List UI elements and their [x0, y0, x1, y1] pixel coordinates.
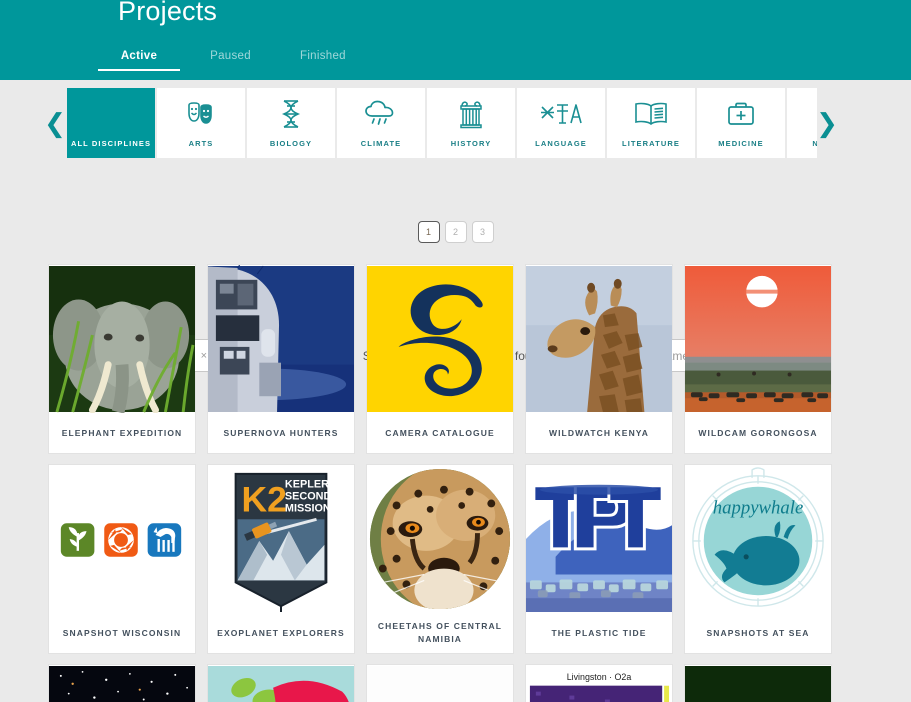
- project-title: SUPERNOVA HUNTERS: [223, 427, 339, 438]
- discipline-label: BIOLOGY: [269, 139, 313, 148]
- discipline-label: MEDICINE: [718, 139, 764, 148]
- tab-paused[interactable]: Paused: [209, 50, 252, 71]
- chevron-right-icon[interactable]: ❯: [816, 111, 838, 137]
- k2-kepler-second-mission-logo: K2 KEPLER'S SECOND MISSION: [208, 465, 354, 613]
- page-header: Projects Active Paused Finished: [0, 0, 911, 80]
- page-button-2[interactable]: 2: [444, 221, 467, 243]
- tpt-wave-logo: [526, 465, 672, 613]
- project-title: ELEPHANT EXPEDITION: [61, 427, 183, 438]
- first-aid-kit-icon: [697, 88, 785, 139]
- leaf-icon: [787, 88, 817, 139]
- project-card[interactable]: WILDWATCH KENYA: [525, 264, 673, 454]
- project-grid: ELEPHANT EXPEDITION SUPERNOVA HUNTERS CA…: [0, 264, 911, 702]
- project-title: WILDWATCH KENYA: [548, 427, 650, 438]
- yellow-leopard-logo: [367, 265, 513, 413]
- discipline-tile-biology[interactable]: BIOLOGY: [247, 88, 335, 158]
- discipline-tile-history[interactable]: HISTORY: [427, 88, 515, 158]
- tab-finished[interactable]: Finished: [300, 50, 346, 71]
- pagination: 1 2 3: [0, 221, 911, 243]
- discipline-strip: ALL DISCIPLINES ARTS BIOLOGY CLIMATE HIS…: [67, 88, 817, 158]
- svg-text:MISSION: MISSION: [285, 502, 331, 514]
- happywhale-logo: happywhale: [685, 465, 831, 613]
- rain-cloud-icon: [337, 88, 425, 139]
- discipline-tile-all[interactable]: ALL DISCIPLINES: [67, 88, 155, 158]
- livingston-o2a-spectrogram: Livingston · O2a: [526, 665, 672, 702]
- discipline-label: HISTORY: [450, 139, 492, 148]
- discipline-label: CLIMATE: [360, 139, 402, 148]
- spectrogram-caption: Livingston · O2a: [567, 672, 632, 682]
- filter-row: Most Active × Showing 1-20 of 60 project…: [0, 165, 911, 372]
- discipline-label: LITERATURE: [622, 139, 680, 148]
- alphabet-glyphs-icon: [517, 88, 605, 139]
- project-card[interactable]: CAMERA CATALOGUE: [366, 264, 514, 454]
- project-title: SNAPSHOT WISCONSIN: [62, 627, 182, 638]
- status-tabs: Active Paused Finished: [98, 50, 394, 71]
- project-card[interactable]: [48, 664, 196, 702]
- svg-text:K2: K2: [242, 479, 287, 519]
- giraffe-photo: [526, 265, 672, 413]
- green-microscopy-photo: [685, 665, 831, 702]
- tab-active[interactable]: Active: [98, 50, 180, 71]
- project-card[interactable]: THE PLASTIC TIDE: [525, 464, 673, 654]
- blue-diagonal-streak-logo: [367, 665, 513, 702]
- project-title: CAMERA CATALOGUE: [385, 427, 495, 438]
- svg-text:SECOND: SECOND: [285, 491, 332, 503]
- svg-text:happywhale: happywhale: [713, 497, 804, 518]
- observatory-dome-photo: [208, 265, 354, 413]
- savanna-sunset-photo: [685, 265, 831, 413]
- project-card[interactable]: WILDCAM GORONGOSA: [684, 264, 832, 454]
- discipline-tile-literature[interactable]: LITERATURE: [607, 88, 695, 158]
- cheetah-photo: [367, 465, 513, 613]
- theatre-masks-icon: [157, 88, 245, 139]
- page-button-1[interactable]: 1: [417, 221, 440, 243]
- three-icon-tiles-logo: [49, 465, 195, 613]
- dna-helix-icon: [247, 88, 335, 139]
- project-card[interactable]: happywhale SNAPSHOTS AT SEA: [684, 464, 832, 654]
- svg-text:KEPLER'S: KEPLER'S: [285, 479, 339, 491]
- project-card[interactable]: K2 KEPLER'S SECOND MISSION EXOPLANET EXP…: [207, 464, 355, 654]
- project-card[interactable]: ELEPHANT EXPEDITION: [48, 264, 196, 454]
- project-title: CHEETAHS OF CENTRAL NAMIBIA: [377, 621, 503, 644]
- discipline-label: LANGUAGE: [535, 139, 587, 148]
- project-card[interactable]: [366, 664, 514, 702]
- project-title: SNAPSHOTS AT SEA: [706, 627, 810, 638]
- elephant-photo: [49, 265, 195, 413]
- chevron-left-icon[interactable]: ❮: [44, 111, 66, 137]
- starfield-planet-photo: [49, 665, 195, 702]
- discipline-label: ALL DISCIPLINES: [70, 139, 152, 148]
- discipline-tile-language[interactable]: LANGUAGE: [517, 88, 605, 158]
- discipline-tile-nature[interactable]: NATURE: [787, 88, 817, 158]
- project-title: WILDCAM GORONGOSA: [698, 427, 818, 438]
- discipline-tile-climate[interactable]: CLIMATE: [337, 88, 425, 158]
- project-card[interactable]: SUPERNOVA HUNTERS: [207, 264, 355, 454]
- discipline-tile-arts[interactable]: ARTS: [157, 88, 245, 158]
- discipline-tile-medicine[interactable]: MEDICINE: [697, 88, 785, 158]
- discipline-label: ARTS: [188, 139, 214, 148]
- project-card[interactable]: [207, 664, 355, 702]
- page-button-3[interactable]: 3: [471, 221, 494, 243]
- project-card[interactable]: [684, 664, 832, 702]
- all-disciplines-icon: [67, 88, 155, 139]
- page-title: Projects: [118, 0, 218, 26]
- discipline-filter-bar: ❮ ❯ ALL DISCIPLINES ARTS BIOLOGY CLIMATE…: [0, 80, 911, 165]
- project-card[interactable]: CHEETAHS OF CENTRAL NAMIBIA: [366, 464, 514, 654]
- discipline-label: NATURE: [812, 139, 817, 148]
- ionic-column-icon: [427, 88, 515, 139]
- project-card[interactable]: Livingston · O2a: [525, 664, 673, 702]
- project-title: EXOPLANET EXPLORERS: [217, 627, 345, 638]
- open-book-icon: [607, 88, 695, 139]
- red-flower-illustration: [208, 665, 354, 702]
- project-card[interactable]: SNAPSHOT WISCONSIN: [48, 464, 196, 654]
- project-title: THE PLASTIC TIDE: [551, 627, 647, 638]
